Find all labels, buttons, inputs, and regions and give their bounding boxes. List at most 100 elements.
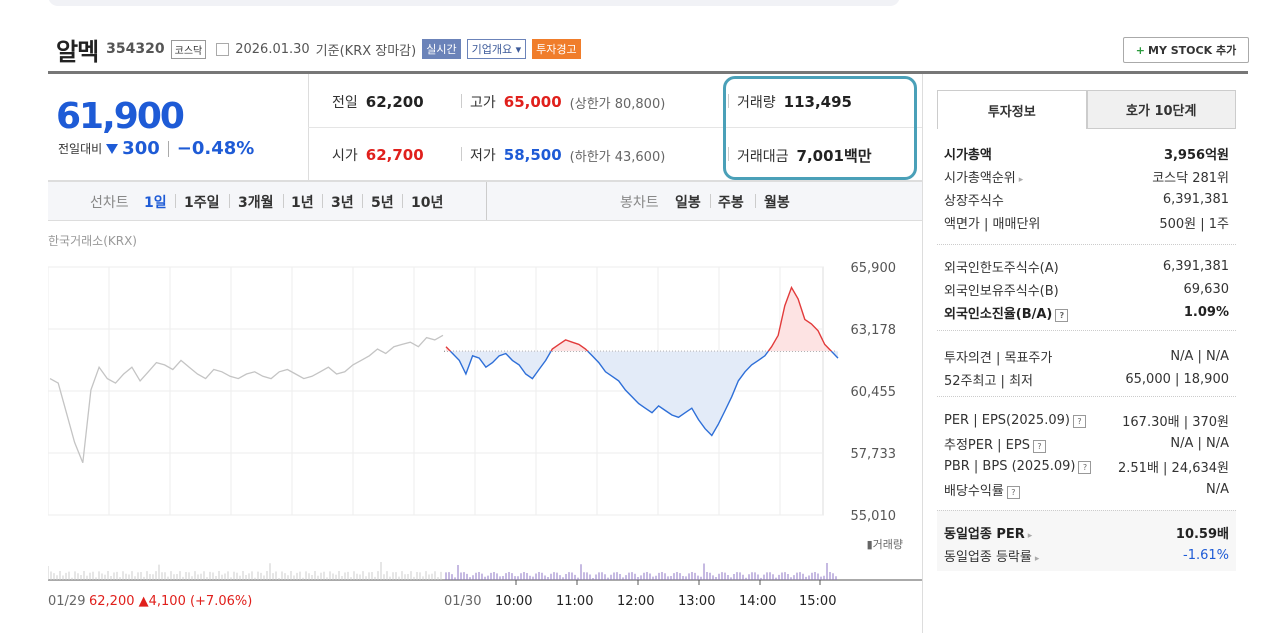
low-label: 저가 [470,148,496,164]
foreign-limit-value: 6,391,381 [1162,259,1229,274]
exchange-label: 한국거래소(KRX) [48,234,137,248]
pbr-text: PBR | BPS (2025.09) [944,459,1076,474]
price-change: 300 [122,138,160,159]
help-icon[interactable]: ? [1006,486,1020,499]
lower-limit: (하한가 43,600) [569,149,666,165]
pbr-value: 2.51배 | 24,634원 [1118,461,1229,476]
period-3y-button[interactable]: 3년 [331,192,354,212]
sector-per-label: 동일업종 PER ▸ [944,523,1032,542]
period-1w-button[interactable]: 1주일 [184,192,220,212]
calendar-icon [216,42,230,56]
divider [461,147,462,161]
chevron-right-icon: ▸ [1018,175,1024,185]
tab-investment-info[interactable]: 투자정보 [937,90,1087,129]
per-text: PER | EPS(2025.09) [944,413,1070,428]
current-price: 61,900 [56,96,185,137]
help-icon[interactable]: ? [1055,309,1069,322]
upper-limit: (상한가 80,800) [569,96,666,112]
market-badge: 코스닥 [170,39,207,59]
plus-icon: + [1135,43,1146,57]
pbr-label: PBR | BPS (2025.09)? [944,459,1092,474]
dividend-label: 배당수익률? [944,480,1020,499]
help-icon[interactable]: ? [1078,461,1092,474]
realtime-button[interactable]: 실시간 [422,39,461,59]
est-per-label: 추정PER | EPS? [944,434,1046,453]
my-stock-add-button[interactable]: + MY STOCK 추가 [1123,37,1249,63]
list-item: 액면가 | 매매단위 500원 | 1주 [937,211,1236,234]
list-item[interactable]: 동일업종 PER ▸ 10.59배 [937,521,1236,544]
list-item[interactable]: 동일업종 등락률 ▸ -1.61% [937,544,1236,567]
down-triangle-icon [106,143,119,154]
divider [322,194,323,208]
divider [167,140,169,157]
open-label: 시가 [332,148,358,164]
list-item[interactable]: 시가총액순위 ▸ 코스닥 281위 [937,165,1236,188]
sector-section: 동일업종 PER ▸ 10.59배 동일업종 등락률 ▸ -1.61% [937,510,1236,571]
list-item: 투자의견 | 목표주가 N/A | N/A [937,345,1236,368]
cap-rank-label: 시가총액순위 ▸ [944,167,1023,186]
52w-value: 65,000 | 18,900 [1125,372,1229,387]
par-value-label: 액면가 | 매매단위 [944,217,1041,232]
divider [283,194,284,208]
highlight-box [723,76,917,180]
chevron-down-icon: ▾ [515,43,522,56]
divider [755,194,756,208]
candle-daily-button[interactable]: 일봉 [675,192,701,212]
foreign-ratio-label: 외국인소진율(B/A)? [944,303,1069,322]
high-cell: 고가 65,000 (상한가 80,800) [470,92,665,112]
divider [461,94,462,108]
chart-period-bar: 선차트 1일 1주일 3개월 1년 3년 5년 10년 봉차트 일봉 주봉 월봉 [48,181,922,221]
divider [229,194,230,208]
period-1d-button[interactable]: 1일 [144,192,167,212]
sector-per-value: 10.59배 [1175,527,1229,542]
opinion-value: N/A | N/A [1170,349,1229,364]
cap-rank-text: 시가총액순위 [944,171,1016,186]
price-change-row: 전일대비 300 −0.48% [58,138,254,159]
low-value: 58,500 [503,146,562,164]
help-icon[interactable]: ? [1032,440,1046,453]
list-item: 외국인소진율(B/A)? 1.09% [937,301,1236,324]
company-info-dropdown[interactable]: 기업개요 ▾ [466,39,527,59]
opinion-label: 투자의견 | 목표주가 [944,351,1053,366]
warning-badge: 투자경고 [532,39,581,59]
divider [402,194,403,208]
x-tick-label: 15:00 [799,594,836,609]
sector-per-text: 동일업종 PER [944,527,1025,542]
period-10y-button[interactable]: 10년 [411,192,443,212]
dividend-value: N/A [1206,482,1229,497]
per-label: PER | EPS(2025.09)? [944,413,1086,428]
x-tick-label: 14:00 [739,594,776,609]
tab-orderbook[interactable]: 호가 10단계 [1086,90,1236,129]
candle-weekly-button[interactable]: 주봉 [718,192,744,212]
date-basis: 기준(KRX 장마감) [315,43,417,59]
period-3m-button[interactable]: 3개월 [238,192,274,212]
prev-day-label: 전일대비 [58,142,103,156]
candle-chart-label: 봉차트 [620,195,659,211]
prev-close-cell: 전일 62,200 [332,92,424,112]
prev-close-label: 전일 [332,95,358,111]
sector-change-value: -1.61% [1183,548,1229,563]
period-1y-button[interactable]: 1년 [291,192,314,212]
stock-name: 알멕 [56,37,99,66]
divider [486,182,487,220]
price-chart[interactable]: 65,900 63,178 60,455 57,733 55,010 ▮거래량 01/29 0… [48,255,922,625]
help-icon[interactable]: ? [1072,415,1086,428]
x-tick-label: 10:00 [495,594,532,609]
list-item: 상장주식수 6,391,381 [937,188,1236,211]
foreign-ratio-value: 1.09% [1183,305,1229,320]
y-tick-label: 63,178 [851,323,897,338]
list-item: PBR | BPS (2025.09)? 2.51배 | 24,634원 [937,455,1236,478]
candle-monthly-button[interactable]: 월봉 [764,192,790,212]
list-item: PER | EPS(2025.09)? 167.30배 | 370원 [937,409,1236,432]
stock-code: 354320 [106,41,165,57]
divider [175,194,176,208]
prev-day-summary: 62,200 ▲4,100 (+7.06%) [89,594,252,609]
open-value: 62,700 [365,146,424,164]
company-info-label: 기업개요 [471,43,513,56]
valuation-section: PER | EPS(2025.09)? 167.30배 | 370원 추정PER … [937,396,1236,501]
period-5y-button[interactable]: 5년 [371,192,394,212]
52w-label: 52주최고 | 최저 [944,374,1033,389]
stock-title-row: 알멕 354320 코스닥 2026.01.30 기준(KRX 장마감) 실시간… [56,34,581,66]
list-item: 52주최고 | 최저 65,000 | 18,900 [937,368,1236,391]
foreign-section: 외국인한도주식수(A) 6,391,381 외국인보유주식수(B) 69,630 외… [937,244,1236,324]
